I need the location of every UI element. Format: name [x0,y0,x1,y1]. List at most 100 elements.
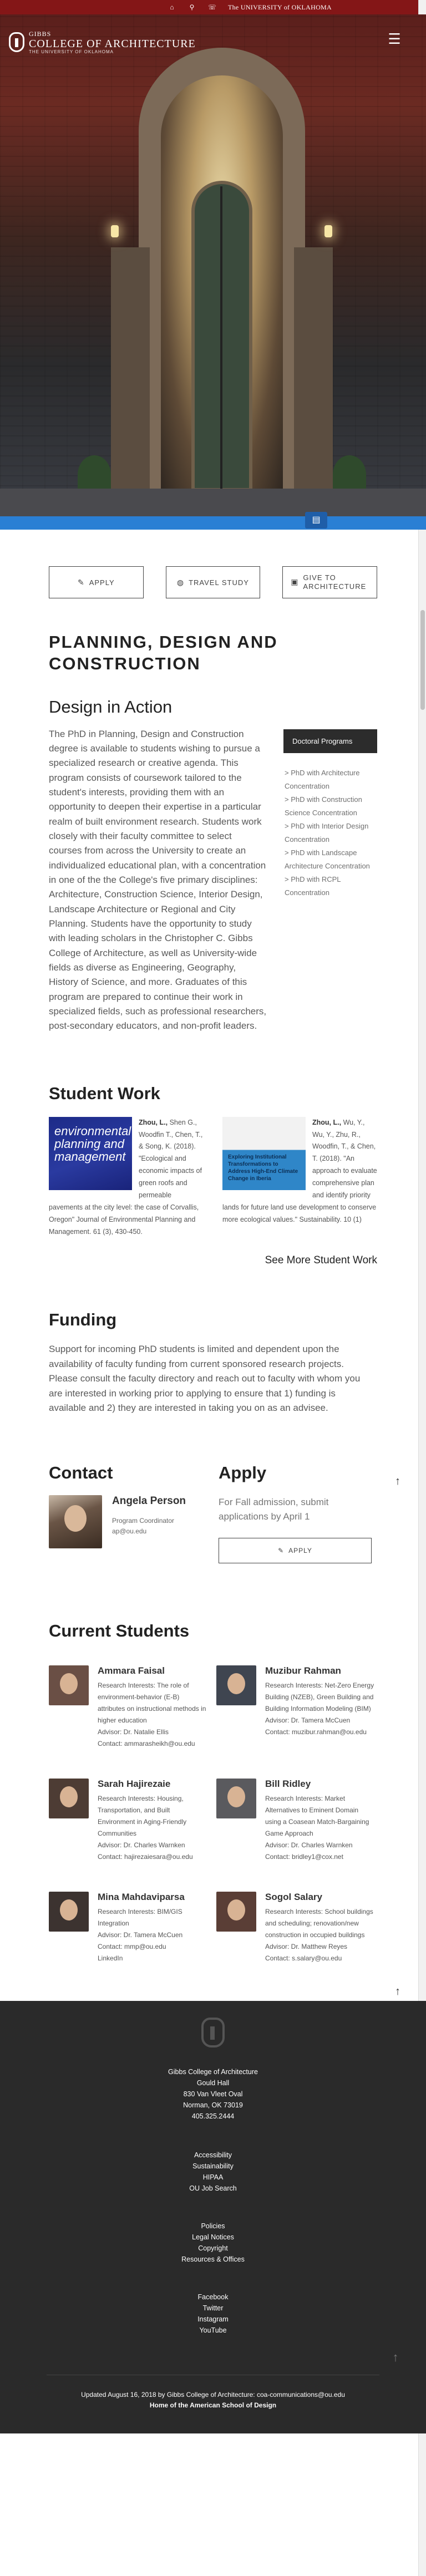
student-name: Bill Ridley [265,1779,311,1790]
footer-hall: Gould Hall [196,2079,230,2087]
sidenav-item-architecture[interactable]: > PhD with Architecture Concentration [283,766,377,793]
student-name: Sogol Salary [265,1892,322,1903]
apply-now-label: APPLY [288,1547,312,1555]
footer-link-youtube[interactable]: YouTube [0,2325,426,2336]
contact-heading: Contact [49,1463,113,1483]
sidenav-item-interior-design[interactable]: > PhD with Interior Design Concentration [283,820,377,846]
ou-logo-icon [9,32,24,52]
student-work-item: environmental planning and management Zh… [49,1116,204,1238]
design-in-action-body: The PhD in Planning, Design and Construc… [49,728,267,1032]
student-detail[interactable]: LinkedIn [98,1953,209,1964]
apply-button[interactable]: ✎ APPLY [49,566,144,598]
apply-now-button[interactable]: ✎ APPLY [219,1538,372,1564]
student-detail[interactable]: Contact: bridley1@cox.net [265,1851,376,1863]
college-logo[interactable]: GIBBS COLLEGE OF ARCHITECTURE THE UNIVER… [9,30,426,54]
design-in-action-heading: Design in Action [49,697,173,717]
contact-email[interactable]: ap@ou.edu [112,1526,186,1537]
ou-name-link[interactable]: The UNIVERSITY of OKLAHOMA [228,3,332,12]
menu-icon[interactable]: ☰ [385,31,404,47]
scroll-up-icon[interactable]: ↑ [392,1985,404,1998]
student-detail[interactable]: Contact: hajirezaiesara@ou.edu [98,1851,209,1863]
student-card: Bill Ridley Research Interests: Market Al… [216,1779,376,1863]
give-button[interactable]: ▣ GIVE TO ARCHITECTURE [282,566,378,598]
footer-link-resources-offices[interactable]: Resources & Offices [0,2254,426,2265]
footer-college: Gibbs College of Architecture [168,2068,258,2076]
footer-phone[interactable]: 405.325.2444 [0,2111,426,2122]
student-card: Ammara Faisal Research Interests: The rol… [49,1665,209,1750]
quick-links: ✎ APPLY ◍ TRAVEL STUDY ▣ GIVE TO ARCHITE… [49,530,378,598]
student-photo [216,1892,256,1932]
footer-link-twitter[interactable]: Twitter [0,2303,426,2314]
doctoral-programs-head[interactable]: Doctoral Programs [283,729,377,753]
student-detail[interactable]: Contact: muzibur.rahman@ou.edu [265,1726,376,1738]
travel-study-button[interactable]: ◍ TRAVEL STUDY [165,566,261,598]
student-detail[interactable]: Contact: ammarasheikh@ou.edu [98,1738,209,1750]
student-detail: Advisor: Dr. Tamera McCuen [98,1931,183,1939]
footer-link-instagram[interactable]: Instagram [0,2314,426,2325]
student-name: Mina Mahdaviparsa [98,1892,185,1903]
apply-label: APPLY [89,578,115,587]
student-name: Sarah Hajirezaie [98,1779,171,1790]
search-icon[interactable]: ⚲ [188,3,196,11]
sidenav-item-construction-science[interactable]: > PhD with Construction Science Concentr… [283,793,377,820]
gift-icon: ▣ [291,577,299,587]
contact-section: Contact Angela Person Program Coordinato… [49,1463,205,1563]
student-card: Muzibur Rahman Research Interests: Net-Ze… [216,1665,376,1750]
current-students-grid: Ammara Faisal Research Interests: The rol… [49,1665,377,1964]
footer-tagline: Home of the American School of Design [149,2401,277,2410]
footer-links-group-1: Accessibility Sustainability HIPAA OU Job S… [0,2150,426,2194]
student-photo [216,1779,256,1819]
phone-icon[interactable]: ☏ [208,3,216,11]
contact-role: Program Coordinator [112,1516,175,1525]
footer-city: Norman, OK 73019 [183,2101,243,2110]
report-cover-image[interactable]: Exploring Institutional Transformations … [222,1116,306,1190]
footer-link-copyright[interactable]: Copyright [0,2243,426,2254]
footer-link-accessibility[interactable]: Accessibility [0,2150,426,2161]
student-detail: Advisor: Dr. Natalie Ellis [98,1728,169,1736]
student-detail[interactable]: Contact: mmp@ou.edu [98,1941,209,1953]
student-detail: Research Interests: The role of environm… [98,1681,206,1725]
footer-updated: Updated August 16, 2018 by Gibbs College… [81,2391,345,2399]
sidenav-item-landscape-architecture[interactable]: > PhD with Landscape Architecture Concen… [283,846,377,873]
funding-body: Support for incoming PhD students is lim… [49,1344,361,1413]
footer-link-ou-job-search[interactable]: OU Job Search [0,2183,426,2194]
student-photo [49,1892,89,1932]
footer-link-policies[interactable]: Policies [0,2221,426,2232]
funding-heading: Funding [49,1310,117,1330]
student-detail: Advisor: Dr. Charles Warnken [98,1841,185,1850]
student-photo [49,1665,89,1706]
footer-address: Gibbs College of Architecture Gould Hall… [0,2066,426,2122]
footer-link-facebook[interactable]: Facebook [0,2292,426,2303]
page-title: PLANNING, DESIGN AND CONSTRUCTION [49,632,278,673]
footer-link-sustainability[interactable]: Sustainability [0,2161,426,2172]
site-header: GIBBS COLLEGE OF ARCHITECTURE THE UNIVER… [0,14,426,81]
scrollbar-thumb[interactable] [420,610,425,710]
logo-line-3: THE UNIVERSITY OF OKLAHOMA [29,49,114,54]
back-to-top-icon[interactable]: ↑ [387,2350,404,2367]
ou-logo-icon [201,2018,225,2048]
utility-bar: ⌂ ⚲ ☏ The UNIVERSITY of OKLAHOMA [0,0,426,14]
student-detail[interactable]: Contact: s.salary@ou.edu [265,1953,376,1964]
student-photo [216,1665,256,1706]
book-icon: ▤ [305,512,327,529]
footer-street: 830 Van Vleet Oval [183,2090,243,2099]
contact-name: Angela Person [112,1495,186,1507]
work-author: Zhou, L., [139,1118,168,1126]
student-detail: Research Interests: School buildings and… [265,1908,373,1939]
scroll-up-icon[interactable]: ↑ [392,1475,404,1487]
give-label: GIVE TO ARCHITECTURE [303,573,367,591]
home-icon[interactable]: ⌂ [168,3,176,11]
journal-cover-image[interactable]: environmental planning and management [49,1116,132,1190]
hero-caption-strip: ▤ [0,512,426,530]
student-detail: Research Interests: Housing, Transportat… [98,1795,187,1838]
logo-line-1: GIBBS [29,30,52,38]
student-detail: Advisor: Dr. Tamera McCuen [265,1716,351,1725]
footer-link-hipaa[interactable]: HIPAA [0,2172,426,2183]
student-photo [49,1779,89,1819]
hero-image: GIBBS COLLEGE OF ARCHITECTURE THE UNIVER… [0,14,426,516]
student-work-heading: Student Work [49,1083,160,1103]
sidenav-item-rcpl[interactable]: > PhD with RCPL Concentration [283,873,377,900]
footer-link-legal-notices[interactable]: Legal Notices [0,2232,426,2243]
see-more-student-work-link[interactable]: See More Student Work [49,1254,377,1267]
student-name: Muzibur Rahman [265,1665,341,1676]
